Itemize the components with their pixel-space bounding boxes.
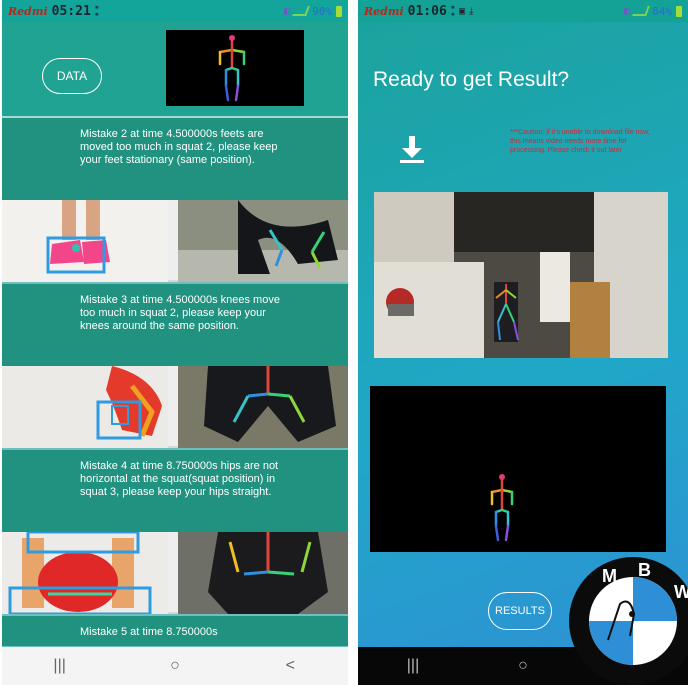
skeleton-preview[interactable] bbox=[166, 30, 304, 106]
status-bar: Redmi 05:21 ▪ ▪ ◧ 90% bbox=[2, 0, 348, 22]
status-bar: Redmi 01:06 ▪ ▪ ▣ ⤓ ◧ 84% bbox=[358, 0, 688, 22]
mistake-images bbox=[2, 366, 348, 448]
vibrate-icon: ◧ bbox=[624, 5, 631, 17]
data-button[interactable]: DATA bbox=[42, 58, 102, 94]
page-title: Ready to get Result? bbox=[373, 68, 570, 91]
summary-card: DATA bbox=[2, 22, 348, 118]
mistake-description: Mistake 4 at time 8.750000s hips are not… bbox=[2, 450, 348, 532]
logo-letter: B bbox=[638, 560, 651, 580]
home-button[interactable]: ○ bbox=[145, 657, 205, 675]
battery-percent: 90% bbox=[312, 4, 332, 18]
back-button[interactable]: < bbox=[260, 657, 320, 675]
feet-pose-image bbox=[178, 200, 348, 282]
caution-message: ***Caution: if it's unable to download f… bbox=[510, 129, 650, 154]
mistake-item: Mistake 5 at time 8.750000s bbox=[2, 616, 348, 646]
skeleton-video[interactable] bbox=[370, 386, 666, 552]
knees-pose-image bbox=[178, 366, 348, 448]
navigation-bar: ||| ○ < bbox=[2, 647, 348, 685]
network-speed-icon: ▪ ▪ bbox=[450, 3, 456, 18]
feet-closeup-image bbox=[2, 200, 168, 282]
results-button[interactable]: RESULTS bbox=[488, 592, 552, 630]
logo-letter: M bbox=[602, 566, 617, 586]
network-speed-icon: ▪ ▪ bbox=[94, 3, 100, 18]
hips-closeup-image bbox=[2, 532, 168, 614]
battery-icon bbox=[676, 5, 682, 17]
download-icon[interactable] bbox=[398, 136, 426, 164]
knees-closeup-image bbox=[2, 366, 168, 448]
mistake-item: Mistake 2 at time 4.500000s feets are mo… bbox=[2, 118, 348, 282]
battery-percent: 84% bbox=[652, 4, 672, 18]
mistake-item: Mistake 3 at time 4.500000s knees move t… bbox=[2, 284, 348, 448]
left-phone-screen: Redmi 05:21 ▪ ▪ ◧ 90% DATA Mistake 2 at … bbox=[2, 0, 348, 685]
mistake-description: Mistake 2 at time 4.500000s feets are mo… bbox=[2, 118, 348, 200]
result-video-frame[interactable] bbox=[374, 192, 668, 358]
mistake-images bbox=[2, 532, 348, 614]
mistake-item: Mistake 4 at time 8.750000s hips are not… bbox=[2, 450, 348, 614]
home-button[interactable]: ○ bbox=[493, 657, 553, 675]
hips-pose-image bbox=[178, 532, 348, 614]
recents-button[interactable]: ||| bbox=[383, 657, 443, 675]
image-icon: ▣ bbox=[459, 5, 466, 17]
battery-icon bbox=[336, 5, 342, 17]
carrier-label: Redmi bbox=[8, 4, 48, 18]
logo-letter: W bbox=[674, 582, 688, 602]
signal-icon bbox=[632, 6, 650, 16]
mistake-images bbox=[2, 200, 348, 282]
mbw-logo-watermark: M B W bbox=[568, 556, 688, 685]
carrier-label: Redmi bbox=[364, 4, 404, 18]
mistake-description: Mistake 5 at time 8.750000s bbox=[2, 616, 348, 646]
clock: 05:21 bbox=[51, 3, 91, 19]
vibrate-icon: ◧ bbox=[284, 5, 291, 17]
mistake-description: Mistake 3 at time 4.500000s knees move t… bbox=[2, 284, 348, 366]
signal-icon bbox=[292, 6, 310, 16]
clock: 01:06 bbox=[407, 3, 447, 19]
download-status-icon: ⤓ bbox=[469, 5, 474, 17]
mistake-list[interactable]: Mistake 2 at time 4.500000s feets are mo… bbox=[2, 118, 348, 646]
recents-button[interactable]: ||| bbox=[30, 657, 90, 675]
